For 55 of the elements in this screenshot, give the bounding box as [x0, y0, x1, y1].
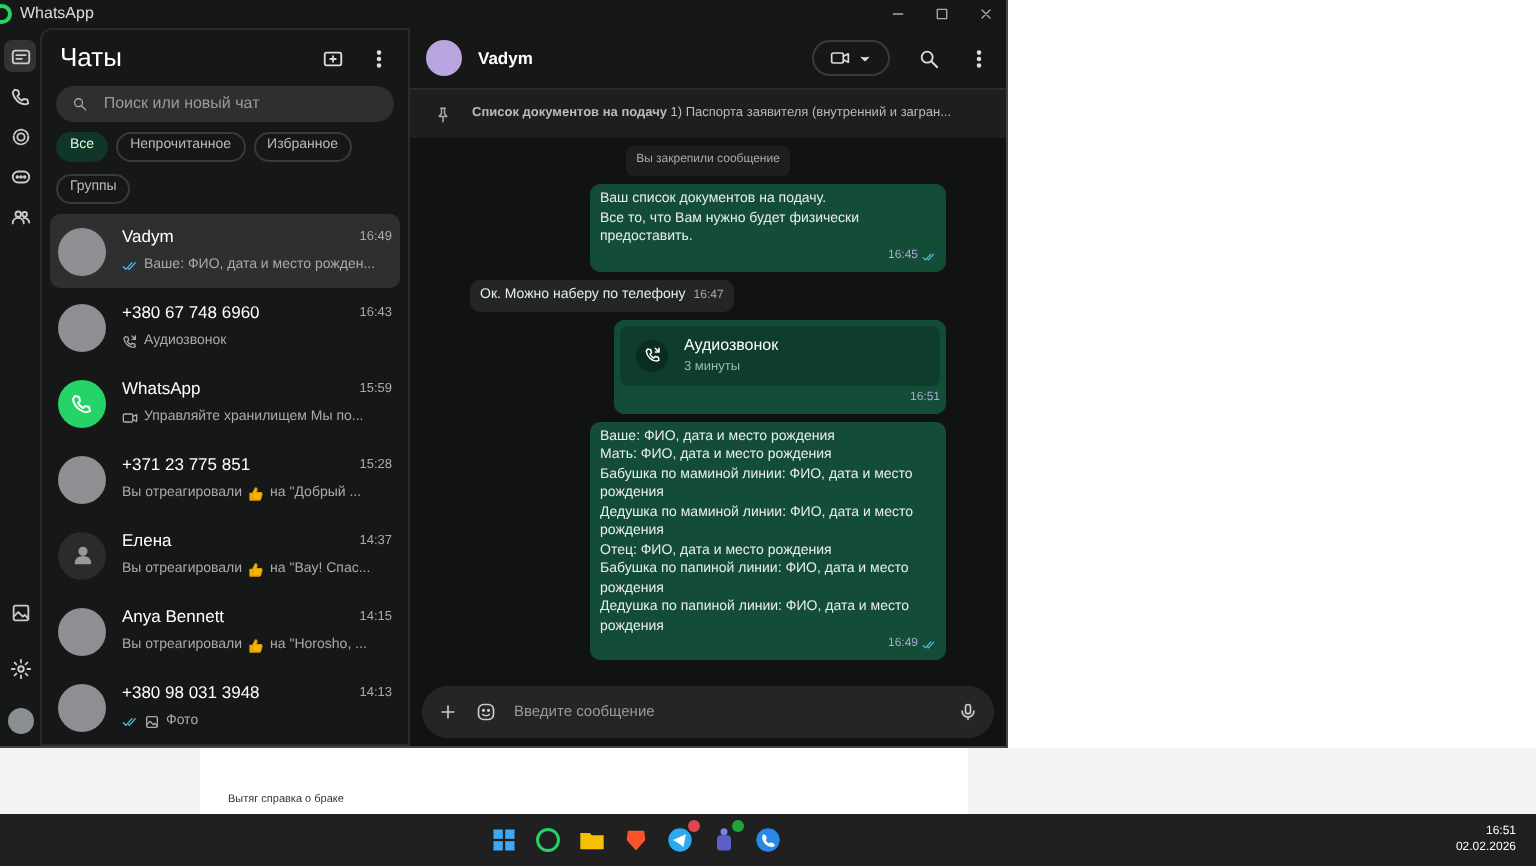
new-chat-icon[interactable]: [322, 47, 344, 70]
chat-name: Vadym: [122, 224, 174, 251]
status-badge: [732, 820, 744, 832]
avatar-photo-placeholder: [58, 607, 106, 655]
video-call-button[interactable]: [812, 40, 890, 76]
notification-badge: [688, 820, 700, 832]
avatar-photo-placeholder: [58, 303, 106, 351]
phone-icon: [122, 334, 138, 351]
microphone-icon[interactable]: [958, 702, 978, 722]
phone-icon: [9, 85, 31, 107]
list-title: Чаты: [60, 40, 122, 77]
chat-name: Елена: [122, 528, 172, 555]
thumbs-up-icon: [248, 486, 265, 503]
contact-name: Vadym: [478, 45, 533, 71]
avatar-photo-placeholder: [426, 40, 462, 76]
search-bar[interactable]: Поиск или новый чат: [56, 86, 394, 122]
chats-icon: [9, 45, 31, 67]
chat-name: Anya Bennett: [122, 604, 225, 631]
avatar-icon[interactable]: [7, 708, 33, 734]
status-icon: [9, 125, 31, 147]
video-icon: [830, 48, 850, 68]
chat-name: +371 23 775 851: [122, 452, 251, 479]
phone-icon[interactable]: [754, 826, 782, 854]
start-icon[interactable]: [490, 826, 518, 854]
caret-icon: [858, 51, 872, 65]
paper-plane-icon[interactable]: [666, 826, 694, 854]
chat-name: +380 98 031 3948: [122, 680, 260, 707]
avatar-photo-placeholder: [58, 683, 106, 731]
chat-bubble-icon: [9, 165, 31, 187]
rail-tab[interactable]: [4, 40, 36, 72]
window-title: WhatsApp: [20, 2, 94, 26]
pin-icon: [434, 105, 452, 123]
avatar-photo-placeholder: [58, 227, 106, 275]
search-icon: [72, 96, 88, 113]
picture-icon: [9, 601, 31, 623]
phone-icon: [70, 391, 94, 415]
double-check-icon: [122, 258, 138, 275]
thumbs-up-icon: [248, 638, 265, 655]
phone-icon: [643, 346, 661, 364]
double-check-icon: [122, 714, 138, 731]
search-icon[interactable]: [918, 47, 940, 69]
video-icon: [122, 410, 138, 427]
thumbs-up-icon: [248, 562, 265, 579]
maximize-icon[interactable]: [934, 6, 950, 22]
chat-name: +380 67 748 6960: [122, 300, 260, 327]
call-title: Аудиозвонок: [684, 333, 779, 358]
person-icon: [71, 544, 93, 566]
plus-icon[interactable]: [438, 702, 458, 722]
sticker-icon[interactable]: [476, 702, 496, 722]
avatar-photo-placeholder: [58, 455, 106, 503]
chat-name: WhatsApp: [122, 376, 201, 403]
picture-icon: [144, 714, 160, 731]
settings-icon: [9, 657, 31, 679]
close-icon[interactable]: [978, 6, 994, 22]
search-field[interactable]: Поиск или новый чат: [103, 92, 378, 117]
